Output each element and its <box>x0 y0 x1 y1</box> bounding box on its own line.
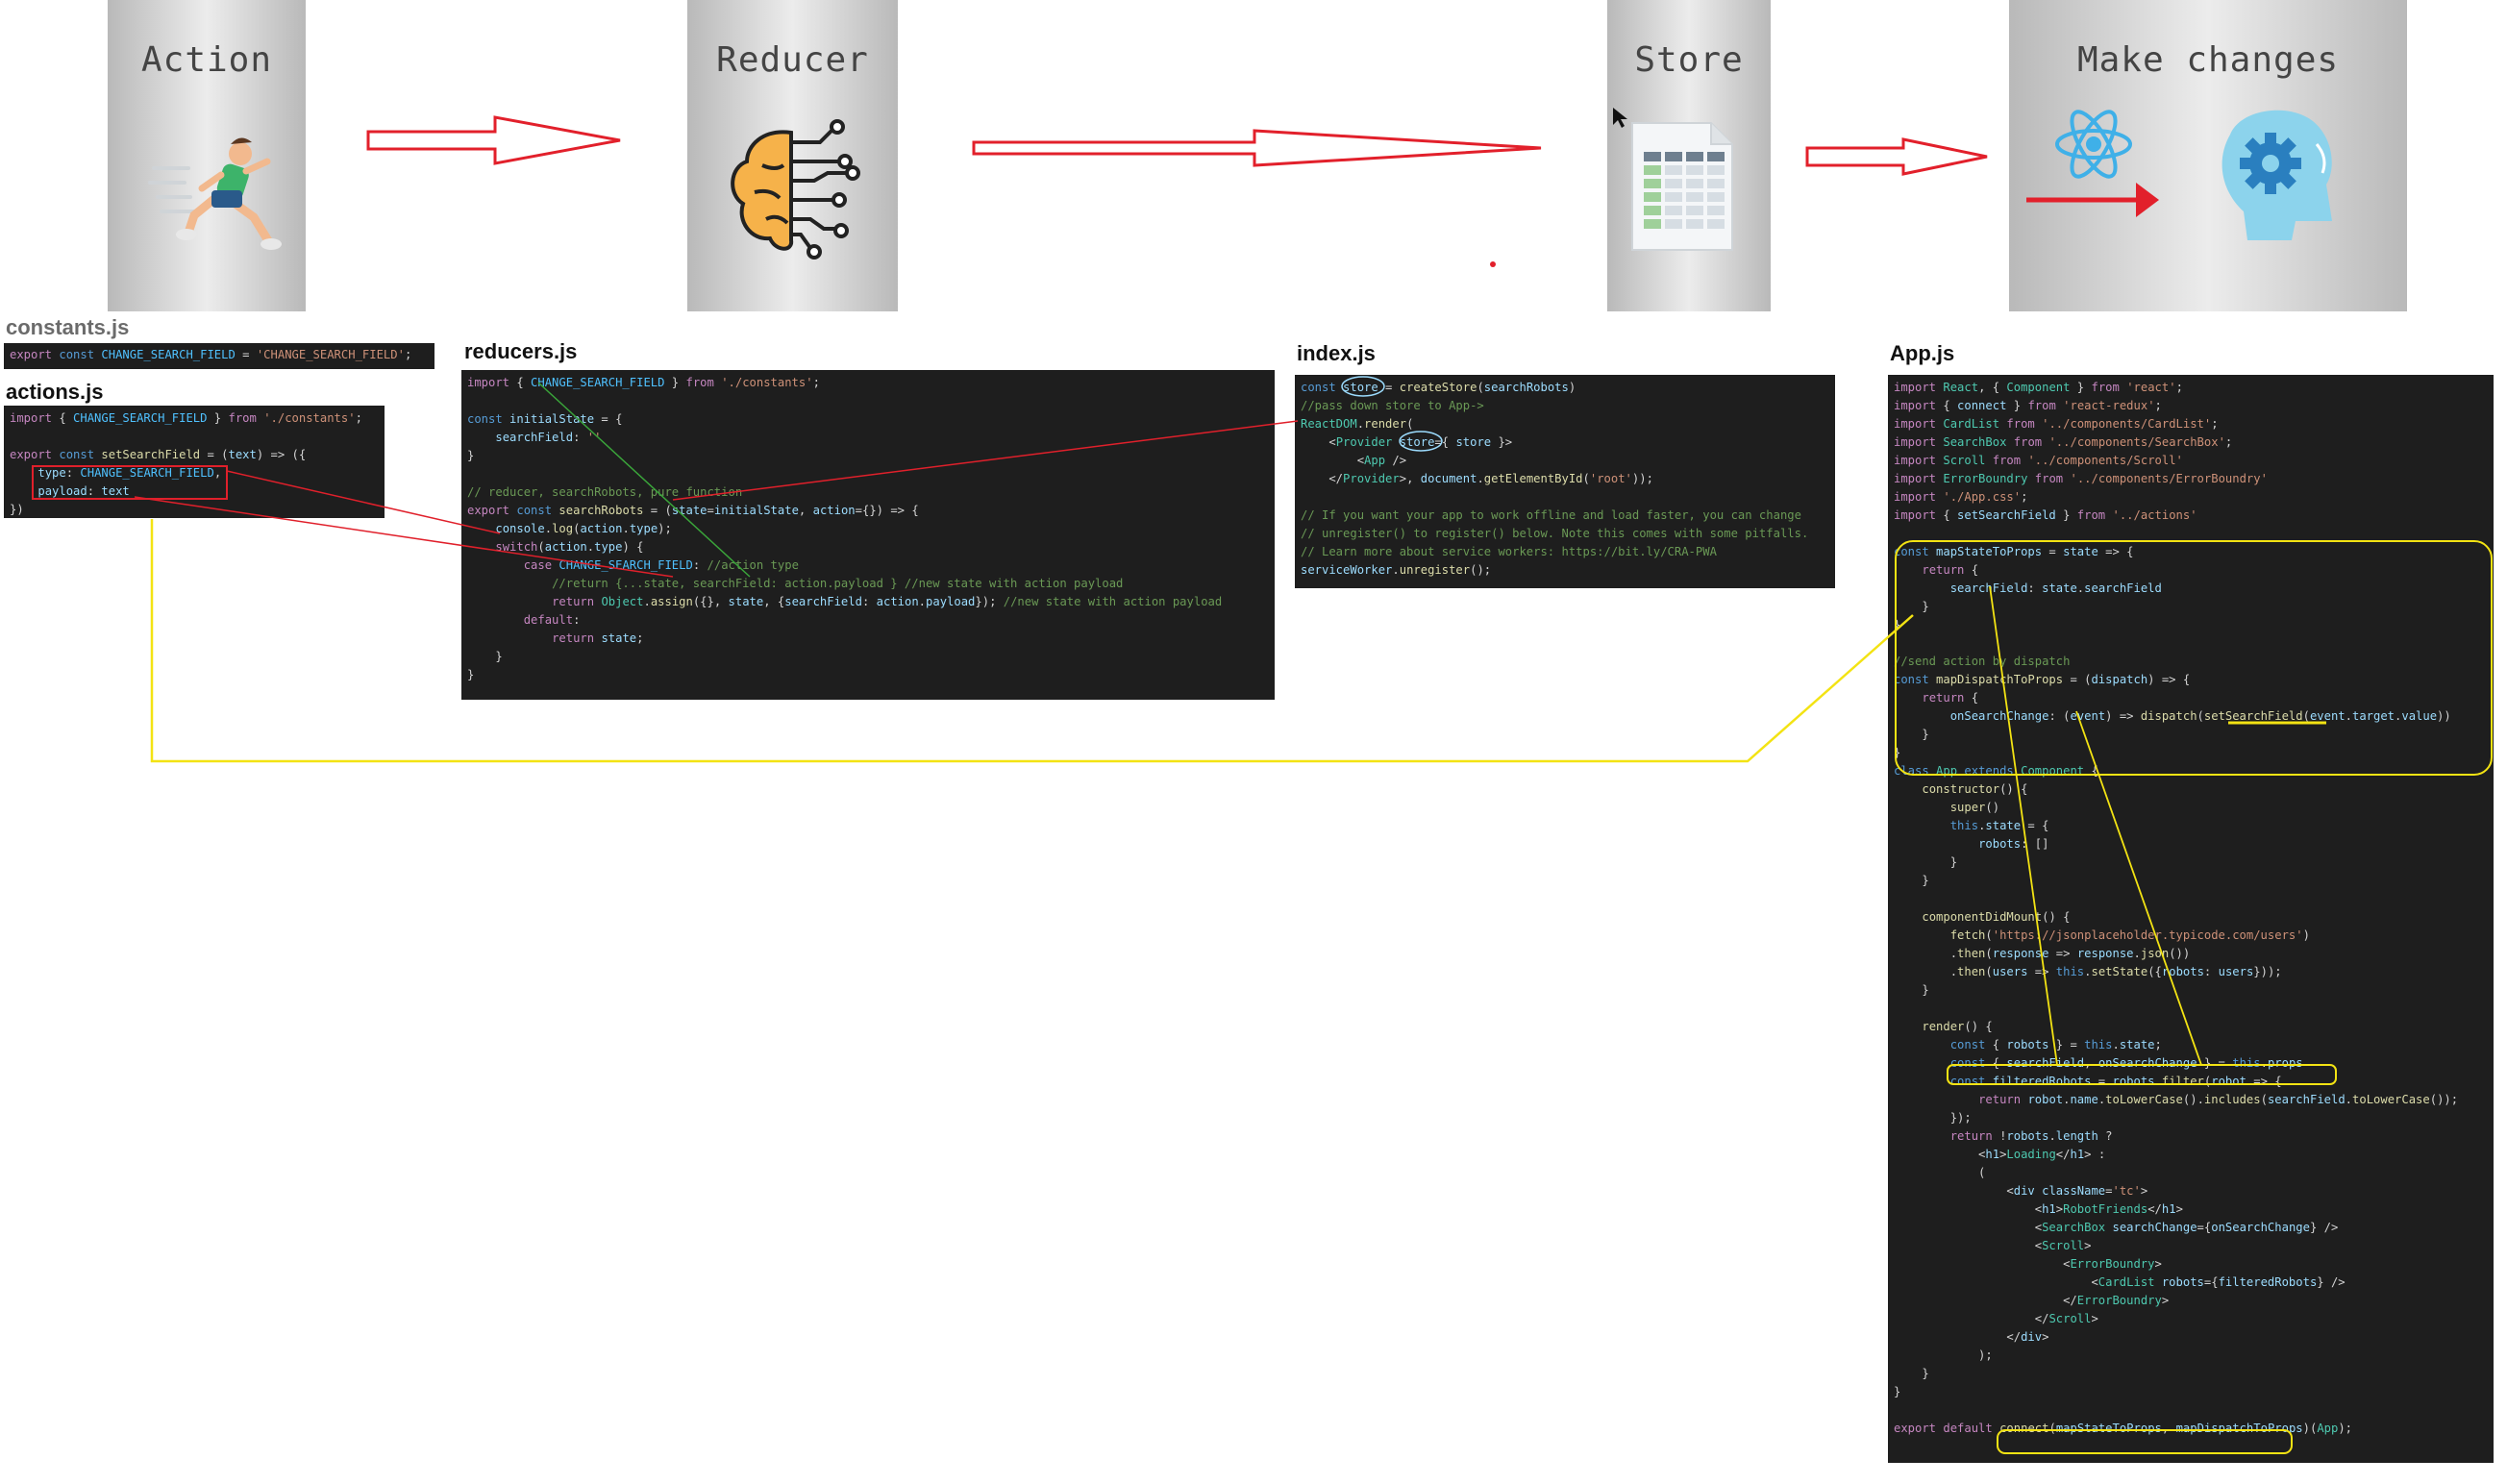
store-circle-2 <box>1399 431 1443 452</box>
highlight-action-type-payload <box>32 465 228 500</box>
yellow-link-state-to-props <box>1989 585 2058 1066</box>
red-link-payload <box>134 496 674 578</box>
red-link-type <box>226 470 501 534</box>
annotation-overlay <box>32 376 2493 1454</box>
highlight-props-destructure <box>1947 1064 2337 1085</box>
red-link-index-to-reducer <box>672 420 1299 501</box>
highlight-connect <box>1997 1429 2293 1454</box>
highlight-map-functions <box>1895 540 2493 776</box>
yellow-link-dispatch-to-props <box>2075 710 2202 1066</box>
yellow-link-actions-to-app <box>150 519 1914 763</box>
store-circle-1 <box>1341 376 1385 397</box>
green-link-constant <box>537 382 751 578</box>
